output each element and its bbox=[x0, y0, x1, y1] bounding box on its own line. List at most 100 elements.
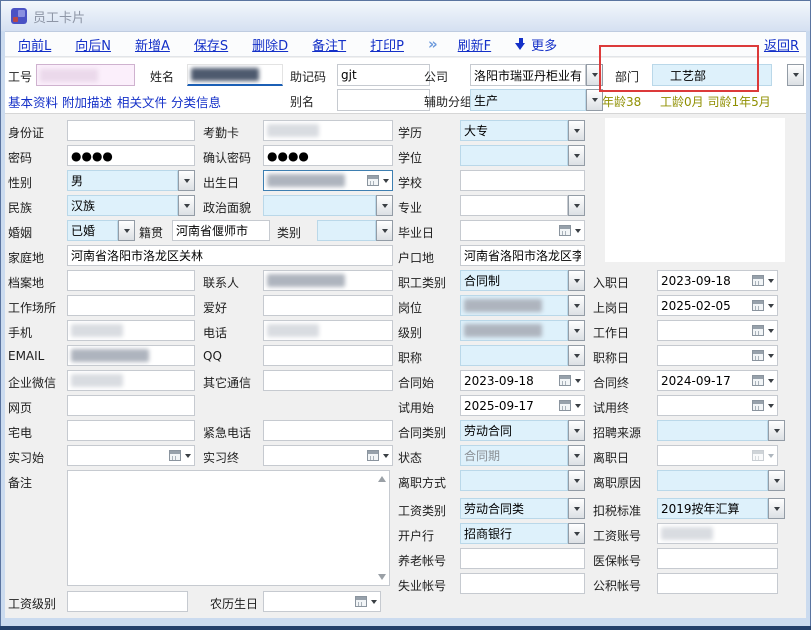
home_phone-input[interactable] bbox=[67, 420, 195, 441]
major-select[interactable] bbox=[460, 195, 568, 216]
scroll-down-icon[interactable] bbox=[378, 574, 386, 580]
more-button[interactable]: 更多 bbox=[515, 35, 557, 54]
password-input[interactable]: ●●●● bbox=[67, 145, 195, 166]
company-select[interactable]: 洛阳市瑞亚丹柜业有 bbox=[470, 64, 586, 86]
intern_end-date-picker[interactable] bbox=[263, 445, 393, 466]
gender-select[interactable]: 男 bbox=[67, 170, 178, 191]
degree-dropdown-button[interactable] bbox=[568, 145, 585, 166]
emergency-input[interactable] bbox=[263, 420, 393, 441]
intern_start-date-picker[interactable] bbox=[67, 445, 195, 466]
name-input[interactable] bbox=[187, 64, 283, 86]
contract_end-date-picker[interactable]: 2024-09-17 bbox=[657, 370, 778, 391]
bank-select[interactable]: 招商银行 bbox=[460, 523, 568, 544]
forward-button[interactable]: 向前L bbox=[18, 35, 51, 54]
mnemonic-input[interactable]: gjt bbox=[337, 64, 430, 86]
probation_end-date-picker[interactable] bbox=[657, 395, 778, 416]
school-input[interactable] bbox=[460, 170, 585, 191]
department-select[interactable]: 工艺部 bbox=[652, 64, 772, 86]
recruit_source-dropdown-button[interactable] bbox=[768, 420, 785, 441]
aux-group-select[interactable]: 生产 bbox=[470, 89, 586, 111]
phone-input[interactable] bbox=[263, 320, 393, 341]
tab-extra-description[interactable]: 附加描述 bbox=[62, 92, 112, 111]
other_im-input[interactable] bbox=[263, 370, 393, 391]
home_addr-input[interactable]: 河南省洛阳市洛龙区关林 bbox=[67, 245, 393, 266]
save-button[interactable]: 保存S bbox=[194, 35, 228, 54]
level-dropdown-button[interactable] bbox=[568, 320, 585, 341]
email-input[interactable] bbox=[67, 345, 195, 366]
leave_reason-dropdown-button[interactable] bbox=[768, 470, 785, 491]
pension_acct-input[interactable] bbox=[460, 548, 585, 569]
qq-input[interactable] bbox=[263, 345, 393, 366]
refresh-button[interactable]: 刷新F bbox=[458, 35, 491, 54]
post-select[interactable] bbox=[460, 295, 568, 316]
company-dropdown-button[interactable] bbox=[586, 64, 603, 86]
status-dropdown-button[interactable] bbox=[568, 445, 585, 466]
tab-basic-info[interactable]: 基本资料 bbox=[8, 92, 58, 111]
department-dropdown-button[interactable] bbox=[787, 64, 804, 86]
contract_type-select[interactable]: 劳动合同 bbox=[460, 420, 568, 441]
marriage-dropdown-button[interactable] bbox=[118, 220, 135, 241]
household_addr-input[interactable]: 河南省洛阳市洛龙区李 bbox=[460, 245, 585, 266]
salary_grade-input[interactable] bbox=[67, 591, 188, 612]
salary_type-select[interactable]: 劳动合同类 bbox=[460, 498, 568, 519]
aux-group-dropdown-button[interactable] bbox=[586, 89, 603, 111]
emp_type-dropdown-button[interactable] bbox=[568, 270, 585, 291]
education-select[interactable]: 大专 bbox=[460, 120, 568, 141]
notes-textarea[interactable] bbox=[67, 470, 390, 586]
medical_acct-input[interactable] bbox=[657, 548, 778, 569]
contract_type-dropdown-button[interactable] bbox=[568, 420, 585, 441]
tax_standard-select[interactable]: 2019按年汇算 bbox=[657, 498, 768, 519]
archive_addr-input[interactable] bbox=[67, 270, 195, 291]
webpage-input[interactable] bbox=[67, 395, 195, 416]
contract_start-date-picker[interactable]: 2023-09-18 bbox=[460, 370, 585, 391]
workplace-input[interactable] bbox=[67, 295, 195, 316]
marriage-select[interactable]: 已婚 bbox=[67, 220, 118, 241]
salary_type-dropdown-button[interactable] bbox=[568, 498, 585, 519]
degree-select[interactable] bbox=[460, 145, 568, 166]
ethnicity-select[interactable]: 汉族 bbox=[67, 195, 178, 216]
leave_method-dropdown-button[interactable] bbox=[568, 470, 585, 491]
tax_standard-dropdown-button[interactable] bbox=[768, 498, 785, 519]
print-button[interactable]: 打印P bbox=[370, 35, 404, 54]
id_card-input[interactable] bbox=[67, 120, 195, 141]
unemploy_acct-input[interactable] bbox=[460, 573, 585, 594]
title_date-date-picker[interactable] bbox=[657, 345, 778, 366]
category-select[interactable] bbox=[317, 220, 376, 241]
politics-dropdown-button[interactable] bbox=[376, 195, 393, 216]
salary_acct-input[interactable] bbox=[657, 523, 778, 544]
new-button[interactable]: 新增A bbox=[135, 35, 170, 54]
level-select[interactable] bbox=[460, 320, 568, 341]
expand-button[interactable]: » bbox=[428, 35, 438, 53]
tab-classification[interactable]: 分类信息 bbox=[171, 92, 221, 111]
emp-no-input[interactable] bbox=[36, 64, 135, 86]
alias-input[interactable] bbox=[337, 89, 430, 111]
backward-button[interactable]: 向后N bbox=[75, 35, 111, 54]
recruit_source-select[interactable] bbox=[657, 420, 768, 441]
post-dropdown-button[interactable] bbox=[568, 295, 585, 316]
status-select[interactable]: 合同期 bbox=[460, 445, 568, 466]
work_date-date-picker[interactable] bbox=[657, 320, 778, 341]
wecom-input[interactable] bbox=[67, 370, 195, 391]
leave_date-date-picker[interactable] bbox=[657, 445, 778, 466]
leave_method-select[interactable] bbox=[460, 470, 568, 491]
leave_reason-select[interactable] bbox=[657, 470, 768, 491]
fund_acct-input[interactable] bbox=[657, 573, 778, 594]
grad_date-date-picker[interactable] bbox=[460, 220, 585, 241]
title-dropdown-button[interactable] bbox=[568, 345, 585, 366]
native_place-input[interactable]: 河南省偃师市 bbox=[172, 220, 270, 241]
contact-input[interactable] bbox=[263, 270, 393, 291]
tab-related-files[interactable]: 相关文件 bbox=[117, 92, 167, 111]
onboard_date-date-picker[interactable]: 2025-02-05 bbox=[657, 295, 778, 316]
title-select[interactable] bbox=[460, 345, 568, 366]
major-dropdown-button[interactable] bbox=[568, 195, 585, 216]
hire_date-date-picker[interactable]: 2023-09-18 bbox=[657, 270, 778, 291]
ethnicity-dropdown-button[interactable] bbox=[178, 195, 195, 216]
hobby-input[interactable] bbox=[263, 295, 393, 316]
gender-dropdown-button[interactable] bbox=[178, 170, 195, 191]
back-button[interactable]: 返回R bbox=[764, 35, 799, 54]
bank-dropdown-button[interactable] bbox=[568, 523, 585, 544]
mobile-input[interactable] bbox=[67, 320, 195, 341]
probation_start-date-picker[interactable]: 2025-09-17 bbox=[460, 395, 585, 416]
birth_date-date-picker[interactable] bbox=[263, 170, 393, 191]
password2-input[interactable]: ●●●● bbox=[263, 145, 393, 166]
